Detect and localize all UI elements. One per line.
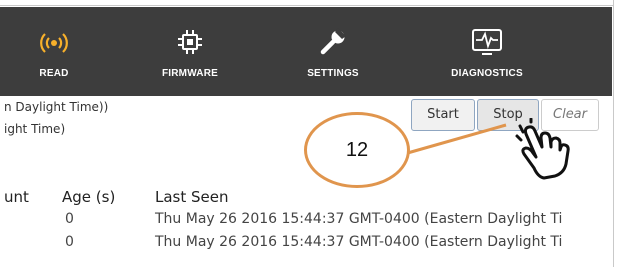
column-header-age: Age (s) bbox=[62, 188, 116, 206]
pointing-hand-cursor-icon bbox=[514, 117, 580, 189]
row-2-last-seen: Thu May 26 2016 15:44:37 GMT-0400 (Easte… bbox=[155, 234, 563, 250]
row-1-last-seen: Thu May 26 2016 15:44:37 GMT-0400 (Easte… bbox=[155, 211, 563, 227]
callout-number: 12 bbox=[345, 139, 369, 161]
row-1-age: 0 bbox=[65, 211, 74, 227]
window-right-edge bbox=[613, 0, 619, 267]
row-2-age: 0 bbox=[65, 234, 74, 250]
column-header-count: unt bbox=[4, 188, 29, 206]
column-header-last-seen: Last Seen bbox=[155, 188, 229, 206]
step-callout: 12 bbox=[304, 112, 410, 188]
